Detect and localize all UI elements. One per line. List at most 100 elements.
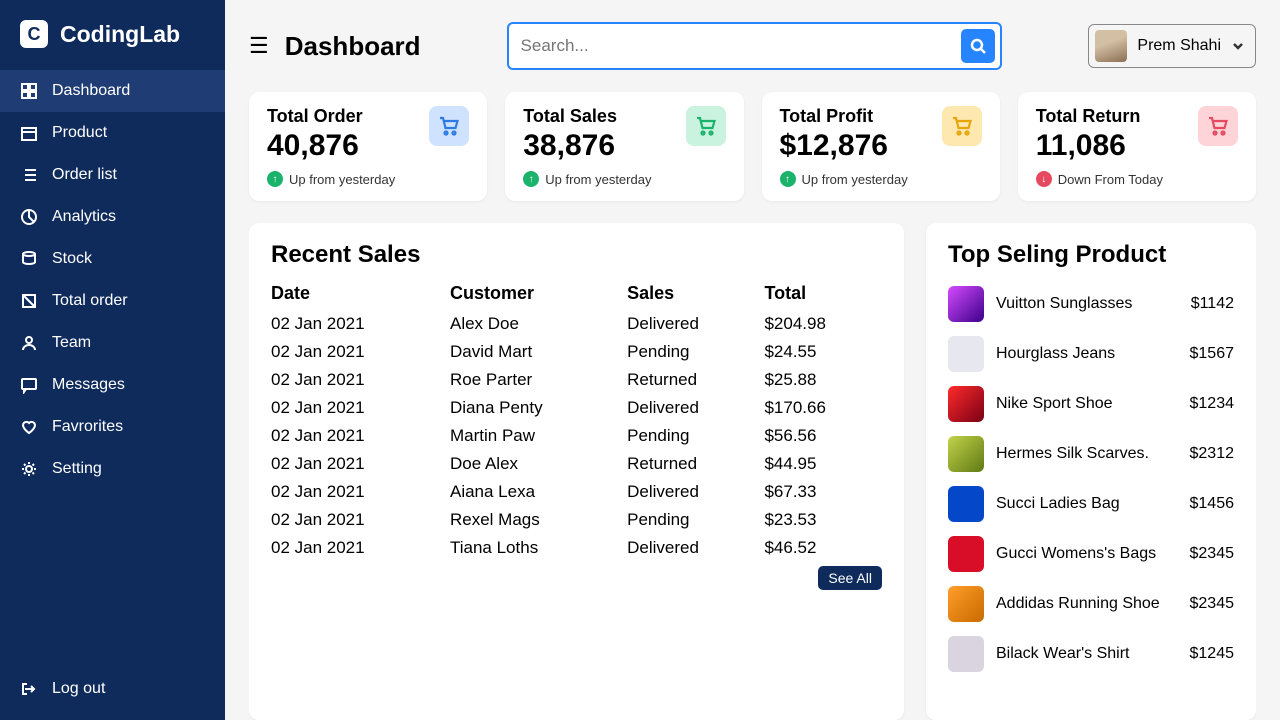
product-name: Hermes Silk Scarves. — [996, 445, 1178, 463]
list-icon — [20, 166, 38, 184]
brand: C CodingLab — [0, 20, 225, 70]
product-row[interactable]: Vuitton Sunglasses $1142 — [948, 279, 1234, 329]
sidebar-item-label: Order list — [52, 166, 117, 184]
arrow-up-icon: ↑ — [267, 171, 283, 187]
product-price: $2312 — [1190, 445, 1235, 463]
summary-cards: Total Order40,876↑Up from yesterdayTotal… — [249, 92, 1256, 201]
recent-sales-panel: Recent Sales Date Customer Sales Total 0… — [249, 223, 904, 720]
brand-name: CodingLab — [60, 21, 180, 48]
product-price: $1234 — [1190, 395, 1235, 413]
product-row[interactable]: Addidas Running Shoe $2345 — [948, 579, 1234, 629]
product-price: $2345 — [1190, 595, 1235, 613]
sidebar-item-label: Setting — [52, 460, 102, 478]
card-status: ↓Down From Today — [1036, 171, 1238, 187]
product-name: Hourglass Jeans — [996, 345, 1178, 363]
product-name: Addidas Running Shoe — [996, 595, 1178, 613]
card-title: Total Profit — [780, 106, 888, 127]
card-value: $12,876 — [780, 129, 888, 163]
sidebar-item-stock[interactable]: Stock — [0, 238, 225, 280]
product-thumb — [948, 336, 984, 372]
logout-button[interactable]: Log out — [0, 668, 225, 710]
col-date: Date — [271, 279, 450, 310]
card-title: Total Return — [1036, 106, 1141, 127]
search-field[interactable] — [507, 22, 1003, 70]
cart-icon — [686, 106, 726, 146]
sidebar-item-product[interactable]: Product — [0, 112, 225, 154]
product-row[interactable]: Gucci Womens's Bags$2345 — [948, 529, 1234, 579]
sidebar-item-team[interactable]: Team — [0, 322, 225, 364]
arrow-up-icon: ↑ — [780, 171, 796, 187]
table-row[interactable]: 02 Jan 2021Diana PentyDelivered$170.66 — [271, 394, 882, 422]
recent-sales-table: Date Customer Sales Total 02 Jan 2021Ale… — [271, 279, 882, 562]
product-row[interactable]: Nike Sport Shoe $1234 — [948, 379, 1234, 429]
logout-icon — [20, 680, 38, 698]
main-area: ☰ Dashboard Prem Shahi Total Order40,876… — [225, 0, 1280, 720]
product-thumb — [948, 586, 984, 622]
table-row[interactable]: 02 Jan 2021Roe ParterReturned$25.88 — [271, 366, 882, 394]
card-value: 40,876 — [267, 129, 363, 163]
gear-icon — [20, 460, 38, 478]
product-price: $1567 — [1190, 345, 1235, 363]
search-button[interactable] — [961, 29, 995, 63]
product-thumb — [948, 436, 984, 472]
stack-icon — [20, 250, 38, 268]
sidebar-item-order-list[interactable]: Order list — [0, 154, 225, 196]
brand-logo-icon: C — [20, 20, 48, 48]
sidebar-item-total-order[interactable]: Total order — [0, 280, 225, 322]
sidebar-item-dashboard[interactable]: Dashboard — [0, 70, 225, 112]
product-thumb — [948, 386, 984, 422]
col-customer: Customer — [450, 279, 627, 310]
card-value: 11,086 — [1036, 129, 1141, 163]
sidebar-item-label: Analytics — [52, 208, 116, 226]
menu-toggle-icon[interactable]: ☰ — [249, 33, 269, 59]
sidebar-item-messages[interactable]: Messages — [0, 364, 225, 406]
sidebar-item-analytics[interactable]: Analytics — [0, 196, 225, 238]
heart-icon — [20, 418, 38, 436]
product-row[interactable]: Succi Ladies Bag$1456 — [948, 479, 1234, 529]
message-icon — [20, 376, 38, 394]
logout-label: Log out — [52, 680, 105, 698]
recent-sales-title: Recent Sales — [271, 241, 882, 269]
nav-list: DashboardProduct Order list Analytics Stock… — [0, 70, 225, 668]
sidebar-item-favrorites[interactable]: Favrorites — [0, 406, 225, 448]
product-price: $1245 — [1190, 645, 1235, 663]
top-products-panel: Top Seling Product Vuitton Sunglasses $11… — [926, 223, 1256, 720]
topbar: ☰ Dashboard Prem Shahi — [249, 22, 1256, 70]
product-row[interactable]: Hermes Silk Scarves. $2312 — [948, 429, 1234, 479]
sidebar: C CodingLab DashboardProduct Order list An… — [0, 0, 225, 720]
product-row[interactable]: Hourglass Jeans $1567 — [948, 329, 1234, 379]
summary-card-total-order: Total Order40,876↑Up from yesterday — [249, 92, 487, 201]
product-name: Vuitton Sunglasses — [996, 295, 1179, 313]
table-row[interactable]: 02 Jan 2021Alex DoeDelivered$204.98 — [271, 310, 882, 338]
search-input[interactable] — [521, 36, 962, 56]
see-all-button[interactable]: See All — [818, 566, 882, 590]
book-icon — [20, 292, 38, 310]
top-products-title: Top Seling Product — [948, 241, 1234, 269]
table-row[interactable]: 02 Jan 2021David MartPending$24.55 — [271, 338, 882, 366]
table-row[interactable]: 02 Jan 2021Aiana LexaDelivered$67.33 — [271, 478, 882, 506]
sidebar-item-label: Stock — [52, 250, 92, 268]
summary-card-total-profit: Total Profit$12,876↑Up from yesterday — [762, 92, 1000, 201]
table-row[interactable]: 02 Jan 2021Doe AlexReturned$44.95 — [271, 450, 882, 478]
product-name: Nike Sport Shoe — [996, 395, 1178, 413]
panels: Recent Sales Date Customer Sales Total 0… — [249, 223, 1256, 720]
box-icon — [20, 124, 38, 142]
cart-icon — [942, 106, 982, 146]
summary-card-total-sales: Total Sales38,876↑Up from yesterday — [505, 92, 743, 201]
table-row[interactable]: 02 Jan 2021Martin PawPending$56.56 — [271, 422, 882, 450]
card-status: ↑Up from yesterday — [523, 171, 725, 187]
sidebar-item-label: Total order — [52, 292, 128, 310]
col-sales: Sales — [627, 279, 764, 310]
product-price: $2345 — [1190, 545, 1235, 563]
sidebar-item-label: Favrorites — [52, 418, 123, 436]
table-row[interactable]: 02 Jan 2021Rexel MagsPending$23.53 — [271, 506, 882, 534]
user-icon — [20, 334, 38, 352]
cart-icon — [429, 106, 469, 146]
product-row[interactable]: Bilack Wear's Shirt$1245 — [948, 629, 1234, 679]
sidebar-item-setting[interactable]: Setting — [0, 448, 225, 490]
user-menu[interactable]: Prem Shahi — [1088, 24, 1256, 68]
product-price: $1142 — [1191, 295, 1234, 313]
top-products-list: Vuitton Sunglasses $1142 Hourglass Jeans $1… — [948, 279, 1234, 679]
table-row[interactable]: 02 Jan 2021Tiana LothsDelivered$46.52 — [271, 534, 882, 562]
product-thumb — [948, 636, 984, 672]
